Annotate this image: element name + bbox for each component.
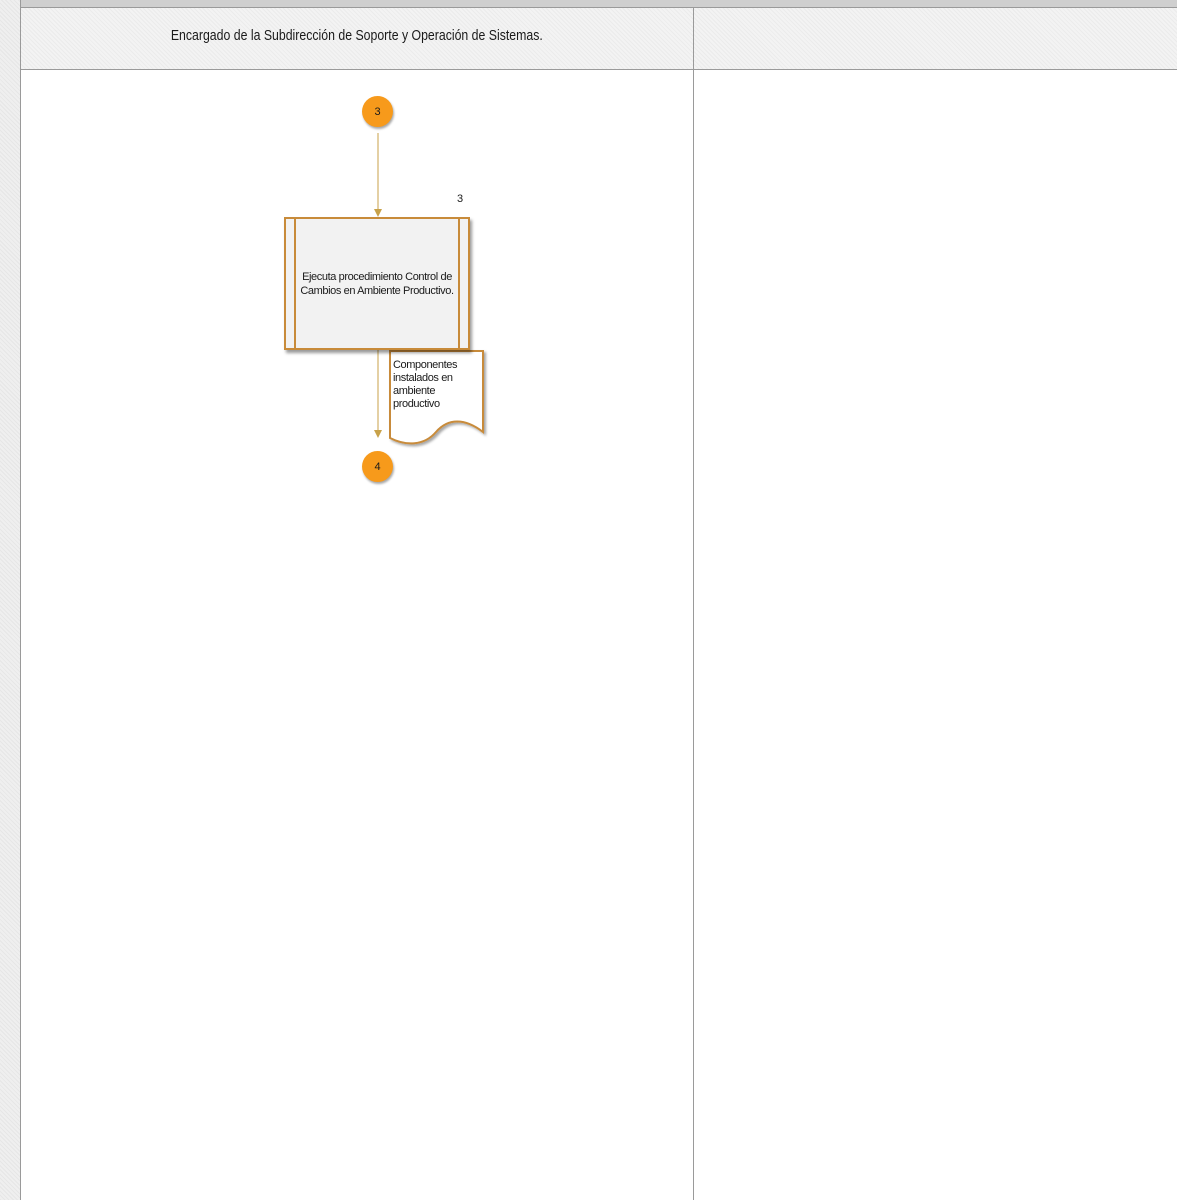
flowchart-page: Encargado de la Subdirección de Soporte …: [0, 0, 1177, 1200]
predefined-process-box: Ejecuta procedimiento Control de Cambios…: [284, 217, 470, 350]
connector-label: 4: [374, 460, 381, 473]
flow-lines: [374, 133, 484, 445]
step-number: 3: [457, 193, 464, 205]
process-bar-right: [458, 219, 460, 348]
document-text: Componentes instalados en ambiente produ…: [393, 359, 458, 410]
off-page-connector-start: 3: [362, 96, 393, 127]
connector-label: 3: [374, 105, 381, 118]
process-bar-left: [294, 219, 296, 348]
process-text: Ejecuta procedimiento Control de Cambios…: [300, 270, 454, 297]
off-page-connector-end: 4: [362, 451, 393, 482]
